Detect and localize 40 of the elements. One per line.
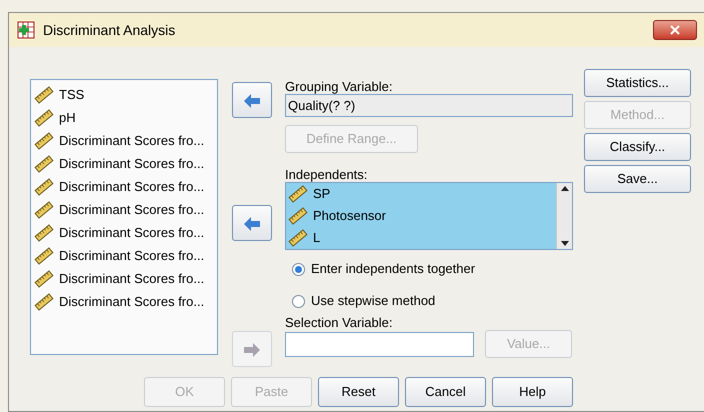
independent-item[interactable]: L [288, 227, 556, 249]
scroll-up-icon [560, 185, 568, 191]
dialog-button[interactable]: Classify... [584, 133, 691, 161]
variable-item[interactable]: pH [34, 106, 217, 129]
variable-item[interactable]: Discriminant Scores fro... [34, 175, 217, 198]
variable-item[interactable]: Discriminant Scores fro... [34, 244, 217, 267]
radio-label[interactable]: Enter independents together [311, 259, 476, 279]
move-button[interactable] [232, 205, 272, 241]
selection-variable-field[interactable] [285, 332, 474, 356]
window-title: Discriminant Analysis [43, 20, 176, 40]
radio-button[interactable] [292, 262, 305, 276]
dialog-button[interactable]: Help [492, 377, 573, 407]
variable-item[interactable]: Discriminant Scores fro... [34, 290, 217, 313]
app-icon [17, 21, 35, 39]
dialog-button[interactable]: Cancel [405, 377, 486, 407]
close-icon [670, 25, 680, 35]
variable-item[interactable]: Discriminant Scores fro... [34, 221, 217, 244]
close-button[interactable] [653, 20, 697, 40]
left-arrow-icon [242, 92, 262, 108]
variable-item[interactable]: Discriminant Scores fro... [34, 152, 217, 175]
left-arrow-icon [242, 215, 262, 231]
scrollbar[interactable] [556, 183, 572, 249]
move-button[interactable] [232, 82, 272, 118]
grouping-variable-field[interactable]: Quality(? ?) [285, 94, 573, 117]
dialog-button[interactable]: Reset [318, 377, 399, 407]
scroll-down-icon [560, 241, 568, 247]
independent-item[interactable]: SP [288, 183, 556, 205]
variable-item[interactable]: Discriminant Scores fro... [34, 129, 217, 152]
dialog-button[interactable]: Save... [584, 165, 691, 193]
independents-label: Independents: [285, 166, 368, 181]
selection-variable-label: Selection Variable: [285, 314, 394, 329]
variable-item[interactable]: Discriminant Scores fro... [34, 198, 217, 221]
radio-button[interactable] [292, 294, 305, 308]
dialog-button[interactable]: Statistics... [584, 69, 691, 97]
right-arrow-icon [242, 341, 262, 357]
variable-item[interactable]: TSS [34, 83, 217, 106]
grouping-variable-label: Grouping Variable: [285, 78, 394, 93]
independent-item[interactable]: Photosensor [288, 205, 556, 227]
radio-label[interactable]: Use stepwise method [311, 291, 436, 311]
variable-item[interactable]: Discriminant Scores fro... [34, 267, 217, 290]
